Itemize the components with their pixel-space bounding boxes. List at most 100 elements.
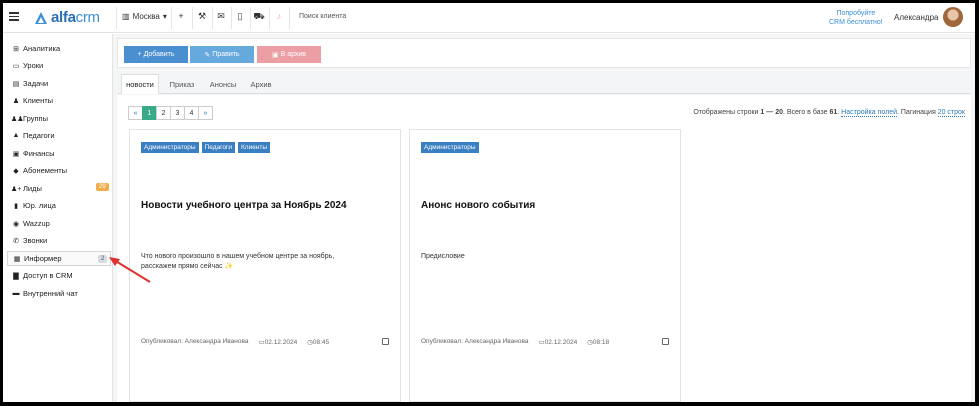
pagination: « 1 2 3 4 » (128, 106, 213, 120)
divider (289, 7, 290, 29)
sidebar-item-label: Лиды (23, 184, 42, 193)
card-title: Анонс нового события (421, 200, 536, 211)
news-card[interactable]: Администраторы Анонс нового события Пред… (409, 129, 681, 402)
news-card[interactable]: Администраторы Педагоги Клиенты Новости … (129, 129, 401, 402)
page-3-button[interactable]: 3 (170, 106, 185, 120)
card-text: Что нового произошло в нашем учебном цен… (141, 253, 335, 270)
logo[interactable]: alfacrm (34, 9, 100, 26)
wrench-icon[interactable]: ⚒ (196, 11, 208, 22)
tab-archive[interactable]: Архив (245, 74, 277, 94)
sidebar-item-label: Абонементы (23, 166, 68, 175)
mail-icon[interactable]: ✉ (215, 11, 227, 22)
phone-icon[interactable]: ▯ (234, 11, 246, 22)
tasks-icon: ▤ (12, 80, 20, 88)
rows-info: Отображены строки 1 — 20. Всего в базе 6… (693, 109, 965, 117)
city-selector[interactable]: ▥ Москва ▾ (122, 12, 167, 21)
sidebar-item-crm-access[interactable]: ▇ Доступ в CRM (7, 268, 111, 283)
whatsapp-icon: ◉ (12, 220, 20, 228)
next-page-button[interactable]: » (198, 106, 213, 120)
sidebar-item-subscriptions[interactable]: ◆ Абонементы (7, 163, 111, 178)
archive-button-label: В архив (280, 51, 307, 58)
app-window: alfacrm ▥ Москва ▾ + ⚒ ✉ ▯ ⛟ ♪ Поиск кли… (3, 3, 975, 402)
card-time-value: 08:45 (312, 339, 330, 346)
add-button[interactable]: + Добавить (124, 46, 188, 63)
edit-button-label: Править (212, 51, 240, 58)
field-settings-link[interactable]: Настройка полей (841, 109, 897, 117)
sidebar-item-internal-chat[interactable]: ▬ Внутренний чат (7, 286, 111, 301)
trash-icon: ▣ (271, 51, 279, 59)
cart-icon[interactable]: ⛟ (253, 11, 265, 23)
tabs-bar: новости Приказ Анонсы Архив (117, 74, 971, 94)
add-button-label: Добавить (143, 51, 175, 58)
briefcase-icon: ▮ (14, 202, 18, 210)
card-author: Опубликовал: Александра Иванова (421, 338, 529, 345)
plus-icon[interactable]: + (175, 11, 187, 21)
tab-order[interactable]: Приказ (164, 74, 200, 94)
sidebar-item-label: Аналитика (23, 44, 61, 53)
divider (231, 7, 232, 29)
search-input[interactable]: Поиск клиента (299, 13, 346, 20)
card-meta: Опубликовал: Александра Иванова ▭02.12.2… (141, 338, 329, 346)
tag-list: Администраторы (421, 142, 479, 153)
phone-icon: ✆ (13, 237, 19, 245)
sidebar-item-finance[interactable]: ▣ Финансы (7, 146, 111, 161)
sidebar-item-groups[interactable]: ♟♟ Группы (7, 111, 111, 126)
card-checkbox[interactable] (662, 338, 669, 345)
promo-line-1: Попробуйте (836, 10, 876, 17)
card-date-value: 02.12.2024 (264, 339, 298, 346)
sidebar-item-leads[interactable]: ♟+ Лиды 29 (7, 181, 111, 196)
sidebar-item-label: Группы (23, 114, 48, 123)
avatar[interactable] (943, 7, 963, 27)
card-author: Опубликовал: Александра Иванова (141, 338, 249, 345)
tab-announcements[interactable]: Анонсы (203, 74, 243, 94)
tag-badge: Администраторы (141, 142, 199, 153)
user-plus-icon: ♟+ (11, 185, 22, 193)
sidebar-item-label: Внутренний чат (23, 289, 78, 298)
plus-icon: + (137, 51, 142, 58)
edit-button[interactable]: ✎ Править (190, 46, 254, 63)
menu-icon[interactable] (9, 12, 19, 21)
page-2-button[interactable]: 2 (156, 106, 171, 120)
lock-icon: ▇ (13, 272, 19, 280)
page-1-button[interactable]: 1 (142, 106, 157, 120)
sidebar-item-wazzup[interactable]: ◉ Wazzup (7, 216, 111, 231)
pagination-label: . Пагинация (897, 109, 936, 116)
archive-button[interactable]: ▣ В архив (257, 46, 321, 63)
users-icon: ♟♟ (11, 115, 24, 123)
card-date-value: 02.12.2024 (544, 339, 578, 346)
informer-count-badge: 2 (98, 255, 108, 263)
bell-icon[interactable]: ♪ (273, 11, 285, 21)
city-label: Москва (132, 12, 160, 21)
card-checkbox[interactable] (382, 338, 389, 345)
card-meta: Опубликовал: Александра Иванова ▭02.12.2… (421, 338, 609, 346)
calendar-icon: ▭ (12, 62, 20, 70)
money-icon: ▣ (12, 150, 20, 158)
card-text: Предисловие (421, 253, 465, 260)
sidebar-item-legal-entities[interactable]: ▮ Юр. лица (7, 198, 111, 213)
sidebar-item-clients[interactable]: ♟ Клиенты (7, 93, 111, 108)
annotation-arrow-icon (109, 257, 151, 283)
user-name[interactable]: Александра (894, 13, 938, 22)
caret-down-icon: ▾ (162, 12, 167, 21)
sidebar-item-label: Уроки (23, 61, 44, 70)
sidebar-item-analytics[interactable]: ⊞ Аналитика (7, 41, 111, 56)
tab-news[interactable]: новости (121, 74, 159, 94)
leads-count-badge: 29 (96, 183, 109, 191)
tag-badge: Администраторы (421, 142, 479, 153)
card-date: ▭02.12.2024 (539, 338, 578, 346)
sidebar-item-tasks[interactable]: ▤ Задачи (7, 76, 111, 91)
sidebar-item-teachers[interactable]: ▲ Педагоги (7, 128, 111, 143)
sidebar-item-lessons[interactable]: ▭ Уроки (7, 58, 111, 73)
promo-link[interactable]: Попробуйте CRM бесплатно! (829, 9, 883, 27)
sidebar: ⊞ Аналитика ▭ Уроки ▤ Задачи ♟ Клиенты ♟♟ Гру… (3, 34, 113, 402)
rows-info-dot: . (837, 109, 840, 116)
building-icon: ▥ (122, 12, 130, 21)
sidebar-item-informer[interactable]: ▦ Информер 2 (7, 251, 111, 266)
divider (192, 7, 193, 29)
sidebar-item-calls[interactable]: ✆ Звонки (7, 233, 111, 248)
pagination-size-link[interactable]: 20 строк (937, 109, 965, 117)
page-4-button[interactable]: 4 (184, 106, 199, 120)
promo-line-2: CRM бесплатно! (829, 19, 883, 26)
tag-badge: Клиенты (237, 142, 271, 153)
prev-page-button[interactable]: « (128, 106, 143, 120)
